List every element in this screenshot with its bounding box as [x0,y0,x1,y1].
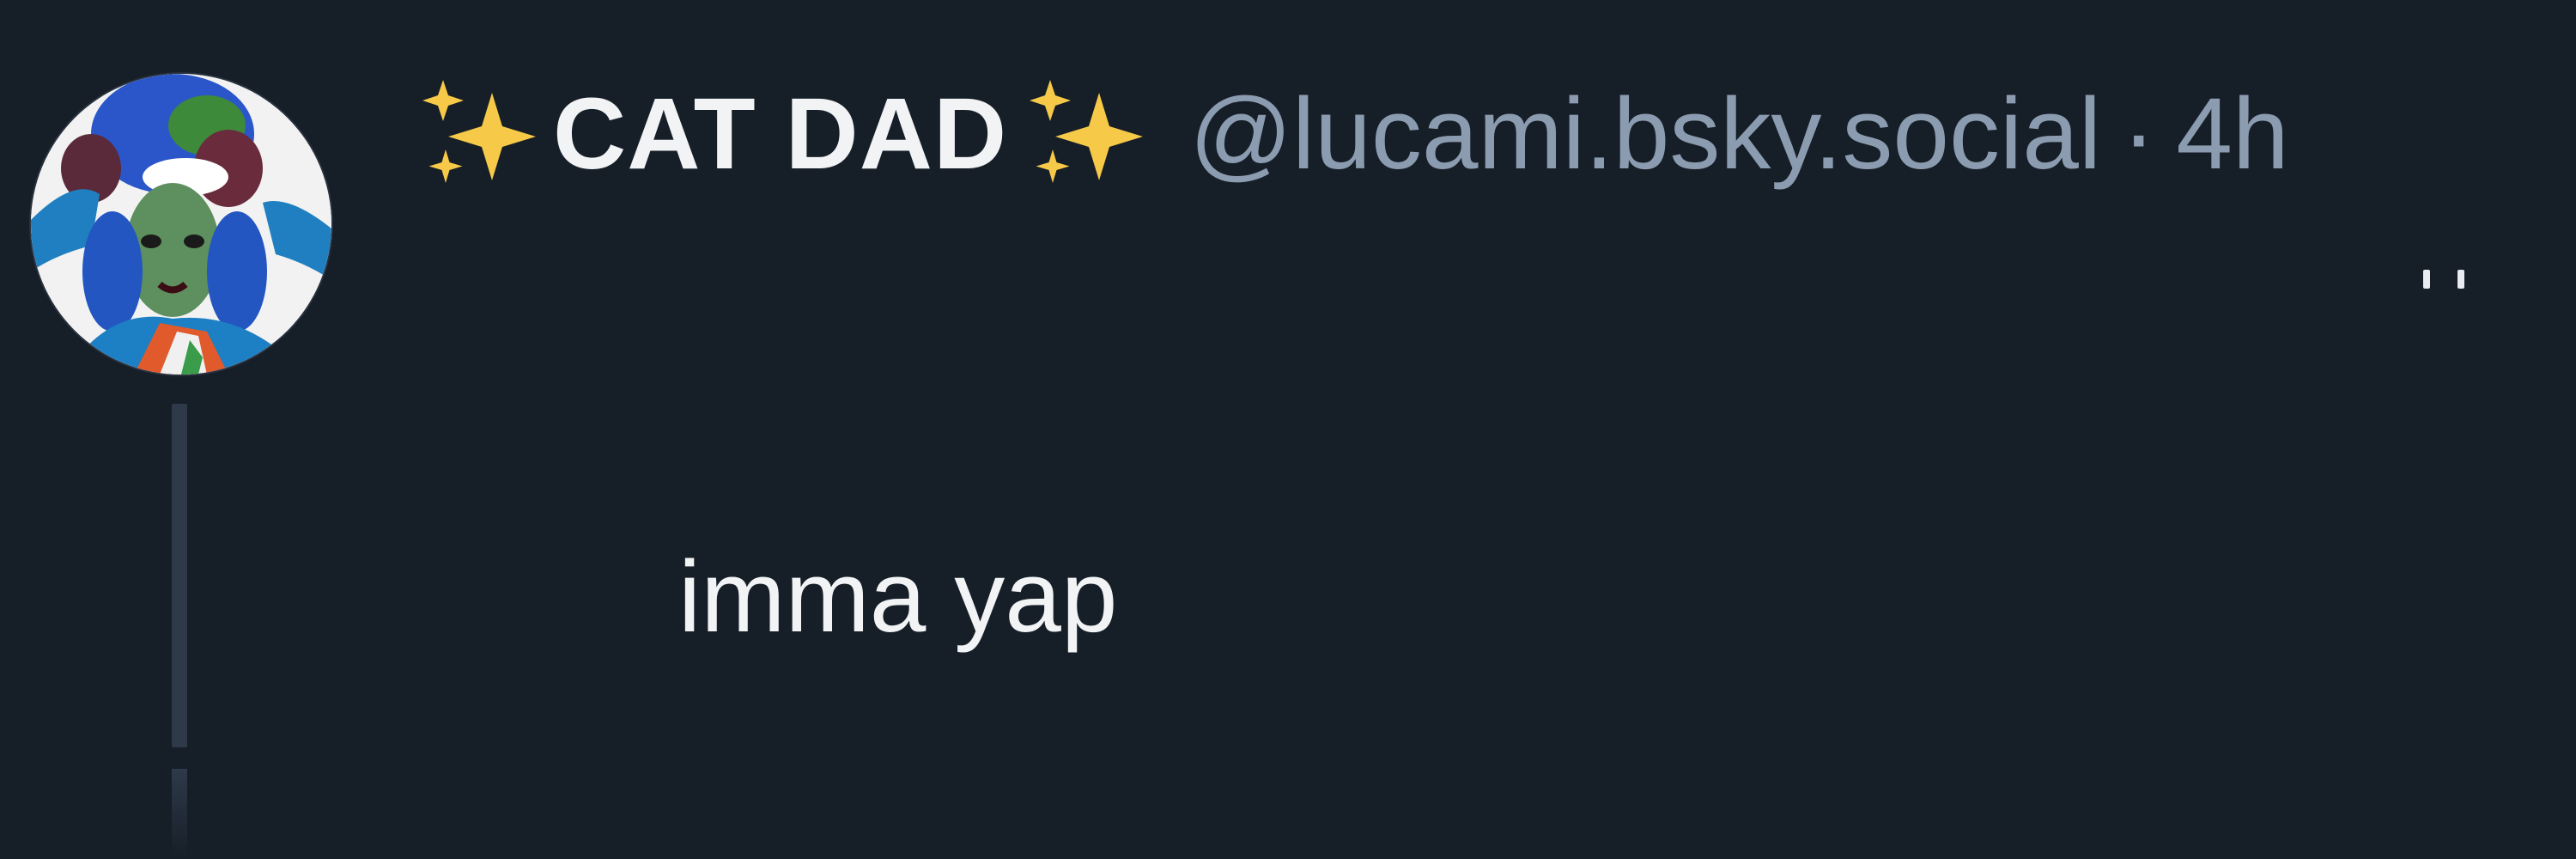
sparkles-icon [412,70,541,198]
thread-line-fade [172,769,187,859]
avatar[interactable] [31,74,331,375]
post-text: imma yap [678,540,1118,654]
sparkles-icon [1019,70,1148,198]
thread-line [172,404,187,747]
avatar-image [31,74,331,375]
author-display-name[interactable]: CAT DAD [553,76,1007,192]
post-header: CAT DAD @lucami.bsky.social · 4h [412,77,2289,191]
avatar-column [0,0,361,859]
author-handle[interactable]: @lucami.bsky.social [1189,76,2101,192]
meta-separator: · [2122,77,2156,191]
more-options-icon[interactable] [2413,258,2482,301]
post-card[interactable]: CAT DAD @lucami.bsky.social · 4h imma ya… [0,0,2576,859]
post-timestamp[interactable]: 4h [2176,76,2288,192]
